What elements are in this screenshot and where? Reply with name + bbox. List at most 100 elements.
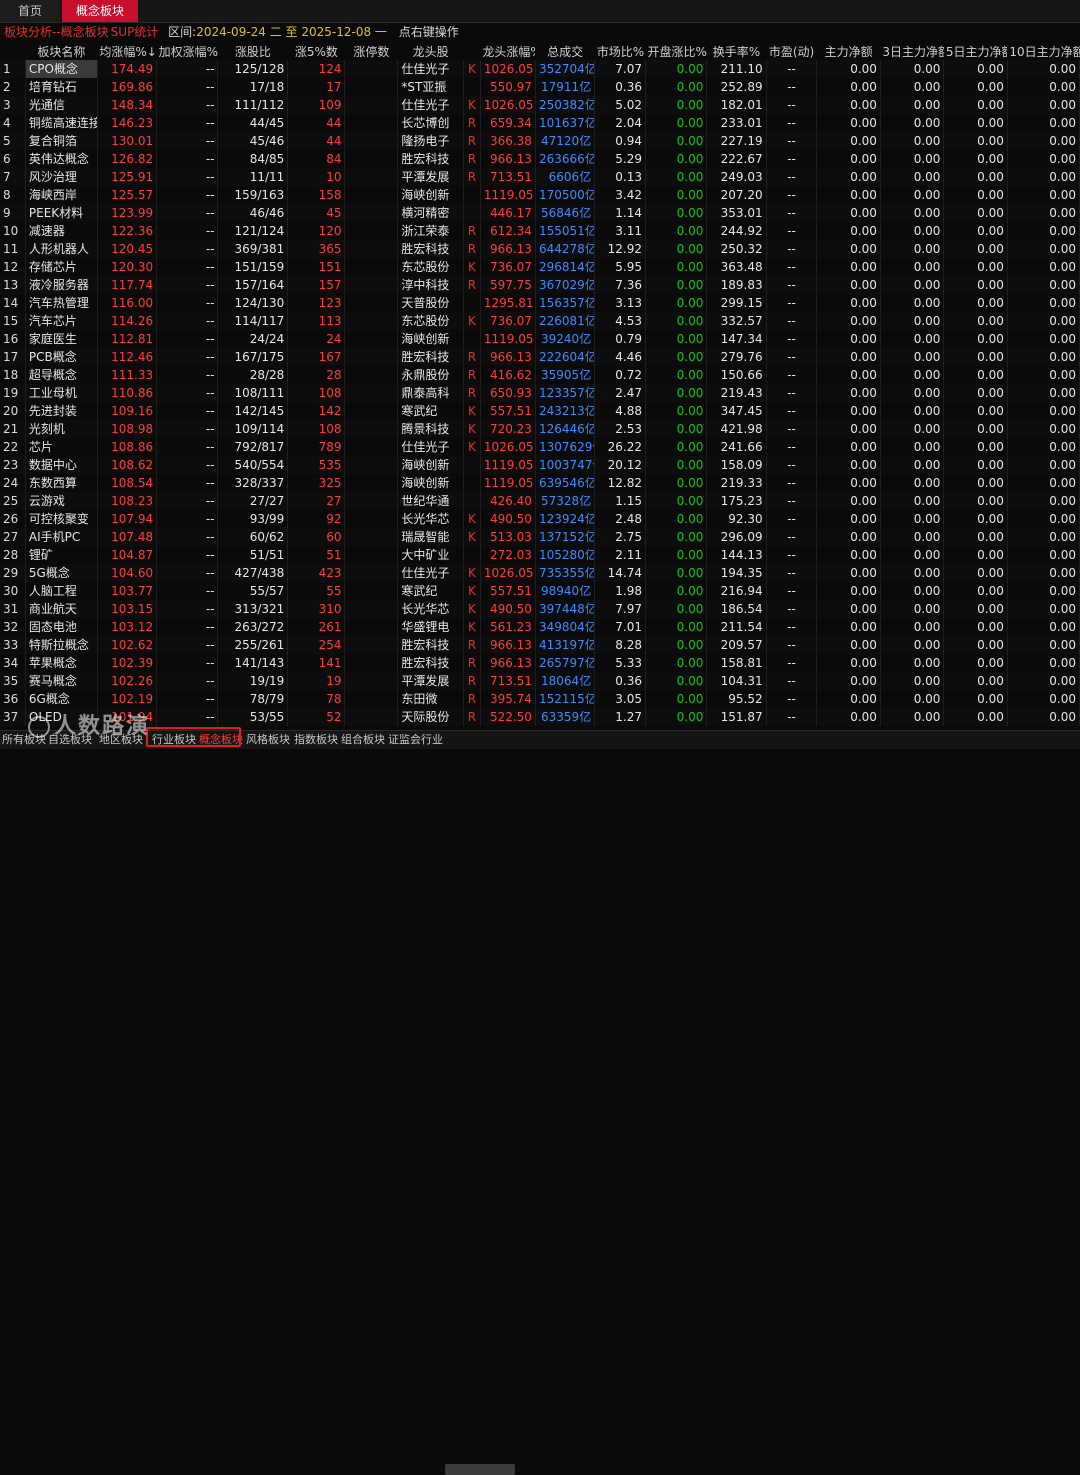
horizontal-scrollbar[interactable] xyxy=(445,1464,515,1475)
table-row[interactable]: 22 芯片 108.86 -- 792/817 789 仕佳光子 K 1026.05 130762… xyxy=(0,438,1080,456)
turnover: 147.34 xyxy=(706,330,767,348)
table-row[interactable]: 6 英伟达概念 126.82 -- 84/85 84 胜宏科技 R 966.13 263666亿 5… xyxy=(0,150,1080,168)
row-index: 21 xyxy=(0,420,26,438)
table-row[interactable]: 16 家庭医生 112.81 -- 24/24 24 海峡创新 1119.05 39240亿 0.… xyxy=(0,330,1080,348)
table-row[interactable]: 32 固态电池 103.12 -- 263/272 261 华盛锂电 K 561.23 34980… xyxy=(0,618,1080,636)
market-share: 1.27 xyxy=(594,708,646,726)
sector-name: 可控核聚变 xyxy=(25,510,98,528)
hdr-leader-stock[interactable]: 龙头股 xyxy=(397,42,464,60)
weighted-change: -- xyxy=(156,312,219,330)
main-net-5d: 0.00 xyxy=(943,546,1008,564)
sector-name: 固态电池 xyxy=(25,618,98,636)
row-index: 33 xyxy=(0,636,26,654)
row-index: 25 xyxy=(0,492,26,510)
hdr-up5-count[interactable]: 涨5%数 xyxy=(287,42,345,60)
table-row[interactable]: 11 人形机器人 120.45 -- 369/381 365 胜宏科技 R 966.13 6442… xyxy=(0,240,1080,258)
hdr-pe-dynamic[interactable]: 市盈(动) xyxy=(766,42,817,60)
table-row[interactable]: 4 铜缆高速连接 146.23 -- 44/45 44 长芯博创 R 659.34 101637亿… xyxy=(0,114,1080,132)
table-row[interactable]: 8 海峡西岸 125.57 -- 159/163 158 海峡创新 1119.05 170500… xyxy=(0,186,1080,204)
table-row[interactable]: 10 减速器 122.36 -- 121/124 120 浙江荣泰 R 612.34 155051… xyxy=(0,222,1080,240)
table-row[interactable]: 17 PCB概念 112.46 -- 167/175 167 胜宏科技 R 966.13 2226… xyxy=(0,348,1080,366)
table-row[interactable]: 35 赛马概念 102.26 -- 19/19 19 平潭发展 R 713.51 18064亿 0.… xyxy=(0,672,1080,690)
total-volume: 152115亿 xyxy=(535,690,596,708)
leader-stock: 东芯股份 xyxy=(397,312,464,330)
table-row[interactable]: 28 锂矿 104.87 -- 51/51 51 大中矿业 272.03 105280亿 2.11… xyxy=(0,546,1080,564)
pe-dynamic: -- xyxy=(766,402,818,420)
total-volume: 265797亿 xyxy=(535,654,596,672)
table-row[interactable]: 7 风沙治理 125.91 -- 11/11 10 平潭发展 R 713.51 6606亿 0.13… xyxy=(0,168,1080,186)
hdr-index[interactable] xyxy=(0,42,26,60)
tab-concept-sector[interactable]: 概念板块 xyxy=(62,0,138,22)
hdr-main-net-3d[interactable]: 3日主力净额 xyxy=(880,42,944,60)
hdr-market-share[interactable]: 市场比% xyxy=(594,42,646,60)
table-row[interactable]: 2 培育钻石 169.86 -- 17/18 17 *ST亚振 550.97 17911亿 0.3… xyxy=(0,78,1080,96)
btab-csrc-industry[interactable]: 证监会行业 xyxy=(388,731,443,749)
tab-home[interactable]: 首页 xyxy=(0,0,60,22)
leader-badge: R xyxy=(463,348,481,366)
up-ratio: 328/337 xyxy=(217,474,289,492)
table-row[interactable]: 15 汽车芯片 114.26 -- 114/117 113 东芯股份 K 736.07 22608… xyxy=(0,312,1080,330)
table-row[interactable]: 33 特斯拉概念 102.62 -- 255/261 254 胜宏科技 R 966.13 4131… xyxy=(0,636,1080,654)
sector-name: 芯片 xyxy=(25,438,98,456)
btab-style-sectors[interactable]: 风格板块 xyxy=(246,731,290,749)
open-up-ratio: 0.00 xyxy=(645,186,708,204)
table-row[interactable]: 27 AI手机PC 107.48 -- 60/62 60 瑞晟智能 K 513.03 137152… xyxy=(0,528,1080,546)
pe-dynamic: -- xyxy=(766,672,818,690)
hdr-limit-up-count[interactable]: 涨停数 xyxy=(344,42,398,60)
table-row[interactable]: 31 商业航天 103.15 -- 313/321 310 长光华芯 K 490.50 39744… xyxy=(0,600,1080,618)
table-row[interactable]: 18 超导概念 111.33 -- 28/28 28 永鼎股份 R 416.62 35905亿 0.… xyxy=(0,366,1080,384)
hdr-up-ratio[interactable]: 涨股比 xyxy=(217,42,288,60)
btab-combo-sectors[interactable]: 组合板块 xyxy=(341,731,385,749)
market-share: 0.94 xyxy=(594,132,646,150)
main-net: 0.00 xyxy=(816,528,881,546)
table-row[interactable]: 26 可控核聚变 107.94 -- 93/99 92 长光华芯 K 490.50 123924亿… xyxy=(0,510,1080,528)
table-row[interactable]: 24 东数西算 108.54 -- 328/337 325 海峡创新 1119.05 63954… xyxy=(0,474,1080,492)
table-row[interactable]: 34 苹果概念 102.39 -- 141/143 141 胜宏科技 R 966.13 26579… xyxy=(0,654,1080,672)
hdr-avg-change[interactable]: 均涨幅%↓ xyxy=(97,42,157,60)
sup-stat-label[interactable]: SUP统计 xyxy=(111,25,159,39)
market-share: 0.36 xyxy=(594,78,646,96)
open-up-ratio: 0.00 xyxy=(645,132,708,150)
main-net-3d: 0.00 xyxy=(880,240,945,258)
table-row[interactable]: 19 工业母机 110.86 -- 108/111 108 鼎泰高科 R 650.93 12335… xyxy=(0,384,1080,402)
date-range[interactable]: 2024-09-24 二 至 2025-12-08 一 xyxy=(196,25,387,39)
hdr-turnover[interactable]: 换手率% xyxy=(706,42,767,60)
row-index: 18 xyxy=(0,366,26,384)
up-ratio: 109/114 xyxy=(217,420,289,438)
main-net-10d: 0.00 xyxy=(1007,456,1080,474)
table-row[interactable]: 23 数据中心 108.62 -- 540/554 535 海峡创新 1119.05 10037… xyxy=(0,456,1080,474)
up-ratio: 167/175 xyxy=(217,348,289,366)
turnover: 209.57 xyxy=(706,636,767,654)
table-row[interactable]: 13 液冷服务器 117.74 -- 157/164 157 淳中科技 R 597.75 3670… xyxy=(0,276,1080,294)
hdr-weighted-change[interactable]: 加权涨幅% xyxy=(156,42,218,60)
table-row[interactable]: 20 先进封装 109.16 -- 142/145 142 寒武纪 K 557.51 243213… xyxy=(0,402,1080,420)
market-share: 7.01 xyxy=(594,618,646,636)
hdr-open-up-ratio[interactable]: 开盘涨比% xyxy=(645,42,707,60)
hdr-main-net[interactable]: 主力净额 xyxy=(816,42,881,60)
hdr-total-volume[interactable]: 总成交 xyxy=(535,42,595,60)
hdr-main-net-10d[interactable]: 10日主力净额 xyxy=(1007,42,1080,60)
open-up-ratio: 0.00 xyxy=(645,456,708,474)
hdr-leader-change[interactable]: 龙头涨幅% xyxy=(480,42,536,60)
total-volume: 226081亿 xyxy=(535,312,596,330)
hdr-badge[interactable] xyxy=(463,42,481,60)
table-row[interactable]: 12 存储芯片 120.30 -- 151/159 151 东芯股份 K 736.07 29681… xyxy=(0,258,1080,276)
table-row[interactable]: 37 OLED 101.94 -- 53/55 52 天际股份 R 522.50 63359亿 1.… xyxy=(0,708,1080,726)
table-row[interactable]: 30 人脑工程 103.77 -- 55/57 55 寒武纪 K 557.51 98940亿 1.9… xyxy=(0,582,1080,600)
main-net: 0.00 xyxy=(816,600,881,618)
table-row[interactable]: 5 复合铜箔 130.01 -- 45/46 44 隆扬电子 R 366.38 47120亿 0.9… xyxy=(0,132,1080,150)
turnover: 219.33 xyxy=(706,474,767,492)
table-row[interactable]: 36 6G概念 102.19 -- 78/79 78 东田微 R 395.74 152115亿 3.… xyxy=(0,690,1080,708)
table-row[interactable]: 21 光刻机 108.98 -- 109/114 108 腾景科技 K 720.23 126446… xyxy=(0,420,1080,438)
table-row[interactable]: 29 5G概念 104.60 -- 427/438 423 仕佳光子 K 1026.05 7353… xyxy=(0,564,1080,582)
table-row[interactable]: 14 汽车热管理 116.00 -- 124/130 123 天普股份 1295.81 1563… xyxy=(0,294,1080,312)
table-row[interactable]: 9 PEEK材料 123.99 -- 46/46 45 横河精密 446.17 56846亿 1.… xyxy=(0,204,1080,222)
leader-badge: K xyxy=(463,618,481,636)
hdr-sector-name[interactable]: 板块名称 xyxy=(25,42,98,60)
hdr-main-net-5d[interactable]: 5日主力净额 xyxy=(943,42,1008,60)
table-row[interactable]: 1 CPO概念 174.49 -- 125/128 124 仕佳光子 K 1026.05 3527… xyxy=(0,60,1080,78)
open-up-ratio: 0.00 xyxy=(645,78,708,96)
table-row[interactable]: 25 云游戏 108.23 -- 27/27 27 世纪华通 426.40 57328亿 1.15… xyxy=(0,492,1080,510)
table-row[interactable]: 3 光通信 148.34 -- 111/112 109 仕佳光子 K 1026.05 250382… xyxy=(0,96,1080,114)
btab-index-sectors[interactable]: 指数板块 xyxy=(294,731,338,749)
